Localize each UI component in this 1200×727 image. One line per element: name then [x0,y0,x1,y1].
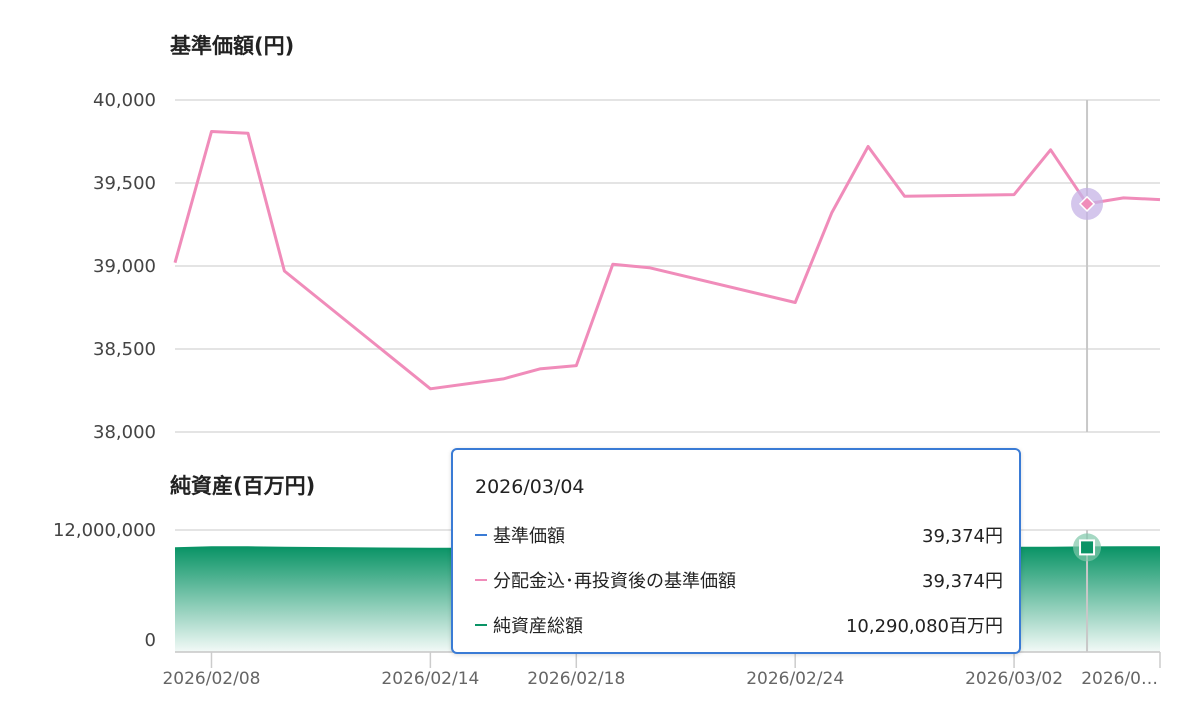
assets-hover-point [1079,539,1096,556]
tooltip-row-value: 39,374円 [922,526,1003,547]
tooltip-date: 2026/03/04 [475,476,585,498]
nav-y-axis: 40,000 39,500 39,000 38,500 38,000 [93,90,156,443]
nav-line-layer [173,130,1161,391]
nav-reinvested-line [173,130,1161,391]
x-tick-label: 2026/0… [1081,669,1158,689]
tooltip-nav-swatch [475,534,487,536]
x-axis: 2026/02/08 2026/02/14 2026/02/18 2026/02/24… [162,651,1161,689]
x-tick-label: 2026/02/18 [527,669,625,689]
tooltip-reinvested-swatch [475,579,487,581]
y-tick-label: 0 [145,630,156,651]
tooltip-row-net-assets: 純資産総額 10,290,080百万円 [475,612,1003,640]
y-tick-label: 40,000 [93,90,156,111]
y-tick-label: 39,000 [93,256,156,277]
hover-tooltip: 2026/03/04 基準価額 39,374円 分配金込･再投資後の基準価額 3… [451,448,1021,654]
nav-gridlines [175,99,1160,433]
tooltip-row-value: 10,290,080百万円 [845,616,1003,637]
y-tick-label: 39,500 [93,173,156,194]
y-tick-label: 38,000 [93,422,156,443]
tooltip-row-label: 基準価額 [493,526,565,547]
x-tick-label: 2026/02/08 [162,669,260,689]
y-tick-label: 12,000,000 [53,520,156,541]
x-tick-label: 2026/03/02 [965,669,1063,689]
x-tick-label: 2026/02/24 [746,669,844,689]
tooltip-row-label: 純資産総額 [493,616,583,637]
tooltip-row-reinvested: 分配金込･再投資後の基準価額 39,374円 [475,567,1003,595]
tooltip-assets-swatch [475,624,487,626]
tooltip-row-nav: 基準価額 39,374円 [475,522,1003,550]
tooltip-row-value: 39,374円 [922,571,1003,592]
tooltip-row-label: 分配金込･再投資後の基準価額 [493,571,736,592]
x-tick-label: 2026/02/14 [381,669,479,689]
assets-y-axis: 12,000,000 0 [53,520,156,651]
y-tick-label: 38,500 [93,339,156,360]
